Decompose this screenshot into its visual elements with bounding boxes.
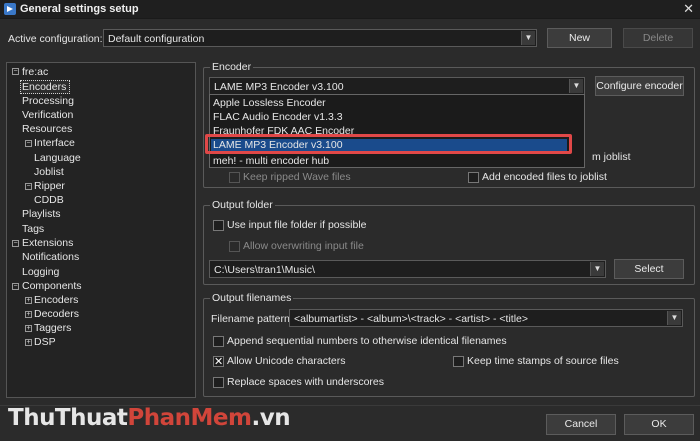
append-sequential-label: Append sequential numbers to otherwise i… [227, 335, 507, 347]
app-icon [4, 3, 16, 15]
title-bar: General settings setup ✕ [0, 0, 700, 19]
watermark: ThuThuatPhanMem.vn [8, 405, 291, 431]
expand-icon[interactable]: + [25, 339, 32, 346]
tree-item-component-taggers[interactable]: Taggers [34, 322, 71, 334]
tree-item-resources[interactable]: Resources [22, 123, 72, 135]
tree-item-freac[interactable]: fre:ac [22, 66, 48, 78]
tree-item-interface[interactable]: Interface [34, 137, 75, 149]
add-encoded-label: Add encoded files to joblist [482, 171, 607, 183]
new-button[interactable]: New [547, 28, 612, 48]
dropdown-option[interactable]: Apple Lossless Encoder [213, 97, 326, 109]
active-configuration-value: Default configuration [108, 33, 205, 45]
tree-item-components[interactable]: Components [22, 280, 82, 292]
chevron-down-icon: ▼ [667, 311, 681, 325]
chevron-down-icon: ▼ [569, 79, 583, 93]
dropdown-option[interactable]: FLAC Audio Encoder v1.3.3 [213, 111, 343, 123]
select-folder-button[interactable]: Select [614, 259, 684, 279]
collapse-icon[interactable]: − [25, 140, 32, 147]
tree-item-processing[interactable]: Processing [22, 95, 74, 107]
cancel-button[interactable]: Cancel [546, 414, 616, 435]
output-folder-path[interactable]: C:\Users\tran1\Music\ ▼ [209, 260, 606, 278]
output-filenames-group-title: Output filenames [210, 292, 294, 304]
replace-spaces-label: Replace spaces with underscores [227, 376, 384, 388]
keep-timestamps-label: Keep time stamps of source files [467, 355, 619, 367]
keep-timestamps-checkbox[interactable] [453, 356, 464, 367]
collapse-icon[interactable]: − [25, 183, 32, 190]
expand-icon[interactable]: + [25, 297, 32, 304]
filename-pattern-value: <albumartist> - <album>\<track> - <artis… [294, 313, 529, 325]
allow-unicode-checkbox[interactable] [213, 355, 224, 368]
collapse-icon[interactable]: − [12, 68, 19, 75]
tree-item-component-decoders[interactable]: Decoders [34, 308, 79, 320]
encoder-select[interactable]: LAME MP3 Encoder v3.100 ▼ [209, 77, 585, 95]
tree-item-ripper[interactable]: Ripper [34, 180, 65, 192]
tree-item-logging[interactable]: Logging [22, 266, 59, 278]
keep-ripped-label: Keep ripped Wave files [243, 171, 351, 183]
tree-item-extensions[interactable]: Extensions [22, 237, 73, 249]
active-configuration-label: Active configuration: [8, 33, 103, 45]
expand-icon[interactable]: + [25, 311, 32, 318]
tree-item-cddb[interactable]: CDDB [34, 194, 64, 206]
close-icon[interactable]: ✕ [683, 1, 694, 17]
tree-item-joblist[interactable]: Joblist [34, 166, 64, 178]
allow-overwrite-checkbox[interactable] [229, 241, 240, 252]
dropdown-option[interactable]: meh! - multi encoder hub [213, 155, 329, 167]
chevron-down-icon: ▼ [590, 262, 604, 276]
delete-button[interactable]: Delete [623, 28, 693, 48]
encoder-group-title: Encoder [210, 61, 254, 73]
append-sequential-checkbox[interactable] [213, 336, 224, 347]
filename-pattern-select[interactable]: <albumartist> - <album>\<track> - <artis… [289, 309, 683, 327]
collapse-icon[interactable]: − [12, 240, 19, 247]
output-folder-group-title: Output folder [210, 199, 275, 211]
replace-spaces-checkbox[interactable] [213, 377, 224, 388]
settings-tree[interactable]: − fre:ac Encoders Processing Verificatio… [6, 62, 196, 398]
tree-item-playlists[interactable]: Playlists [22, 208, 61, 220]
chevron-down-icon: ▼ [521, 31, 535, 45]
keep-ripped-checkbox[interactable] [229, 172, 240, 183]
tree-item-notifications[interactable]: Notifications [22, 251, 79, 263]
tree-item-encoders[interactable]: Encoders [20, 80, 71, 94]
allow-unicode-label: Allow Unicode characters [227, 355, 346, 367]
allow-overwrite-label: Allow overwriting input file [243, 240, 364, 252]
collapse-icon[interactable]: − [12, 283, 19, 290]
tree-item-verification[interactable]: Verification [22, 109, 73, 121]
tree-item-tags[interactable]: Tags [22, 223, 44, 235]
active-configuration-select[interactable]: Default configuration ▼ [103, 29, 537, 47]
filename-pattern-label: Filename pattern: [211, 313, 293, 325]
output-folder-path-value: C:\Users\tran1\Music\ [214, 264, 315, 276]
tree-item-component-dsp[interactable]: DSP [34, 336, 56, 348]
use-input-folder-checkbox[interactable] [213, 220, 224, 231]
ok-button[interactable]: OK [624, 414, 694, 435]
use-input-folder-label: Use input file folder if possible [227, 219, 367, 231]
encoder-dropdown-list[interactable]: Apple Lossless Encoder FLAC Audio Encode… [209, 94, 585, 168]
encoder-select-value: LAME MP3 Encoder v3.100 [214, 81, 344, 93]
expand-icon[interactable]: + [25, 325, 32, 332]
window-title: General settings setup [20, 3, 139, 15]
tree-item-component-encoders[interactable]: Encoders [34, 294, 78, 306]
highlight-annotation [205, 134, 572, 154]
tree-item-language[interactable]: Language [34, 152, 81, 164]
add-to-joblist-partial-label: m joblist [592, 151, 631, 163]
add-encoded-checkbox[interactable] [468, 172, 479, 183]
configure-encoder-button[interactable]: Configure encoder [595, 76, 684, 96]
